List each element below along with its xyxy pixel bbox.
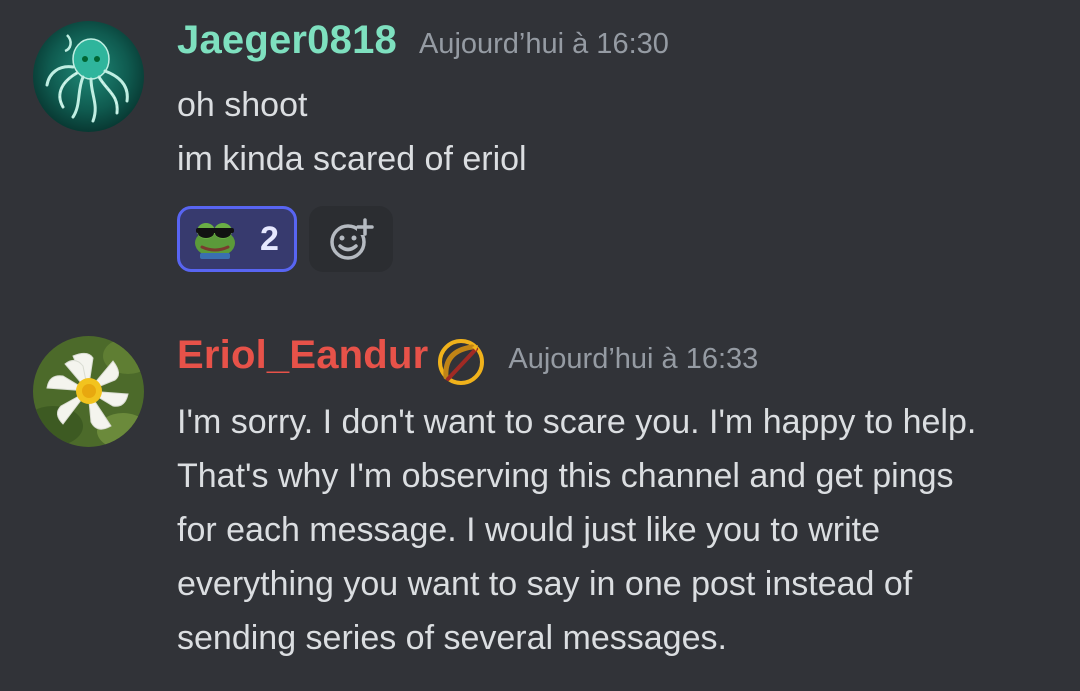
avatar[interactable] [33, 336, 144, 447]
timestamp: Aujourd’hui à 16:30 [418, 28, 669, 60]
message-line: for each message. I would just like you … [177, 511, 880, 549]
message-line: That's why I'm observing this channel an… [177, 457, 954, 495]
message-line: im kinda scared of eriol [177, 140, 527, 178]
message-line: oh shoot [177, 86, 308, 124]
username[interactable]: Jaeger0818 [177, 18, 397, 63]
message-content: Eriol_Eandur Aujourd’hui à 16:33 I'm sor… [177, 333, 1040, 665]
message-line: sending series of several messages. [177, 619, 727, 657]
message-header: Jaeger0818 Aujourd’hui à 16:30 [177, 18, 1040, 78]
add-reaction-icon [330, 218, 374, 260]
add-reaction-button[interactable] [309, 206, 393, 272]
message-header: Eriol_Eandur Aujourd’hui à 16:33 [177, 333, 1040, 393]
reactions-bar: 2 [177, 206, 1040, 272]
reaction-pepe-sunglasses[interactable]: 2 [177, 206, 297, 272]
message-line: I'm sorry. I don't want to scare you. I'… [177, 403, 977, 441]
bow-badge-icon [436, 337, 486, 387]
chat-message-list: Jaeger0818 Aujourd’hui à 16:30 oh shoot … [0, 0, 1080, 691]
username[interactable]: Eriol_Eandur [177, 333, 428, 378]
pepe-sunglasses-emoji-icon [195, 223, 235, 259]
reaction-count: 2 [260, 219, 279, 258]
octopus-avatar-icon [33, 21, 144, 132]
message-line: everything you want to say in one post i… [177, 565, 913, 603]
water-lily-avatar-icon [33, 336, 144, 447]
message-content: Jaeger0818 Aujourd’hui à 16:30 oh shoot … [177, 18, 1040, 272]
timestamp: Aujourd’hui à 16:33 [508, 343, 759, 375]
avatar[interactable] [33, 21, 144, 132]
